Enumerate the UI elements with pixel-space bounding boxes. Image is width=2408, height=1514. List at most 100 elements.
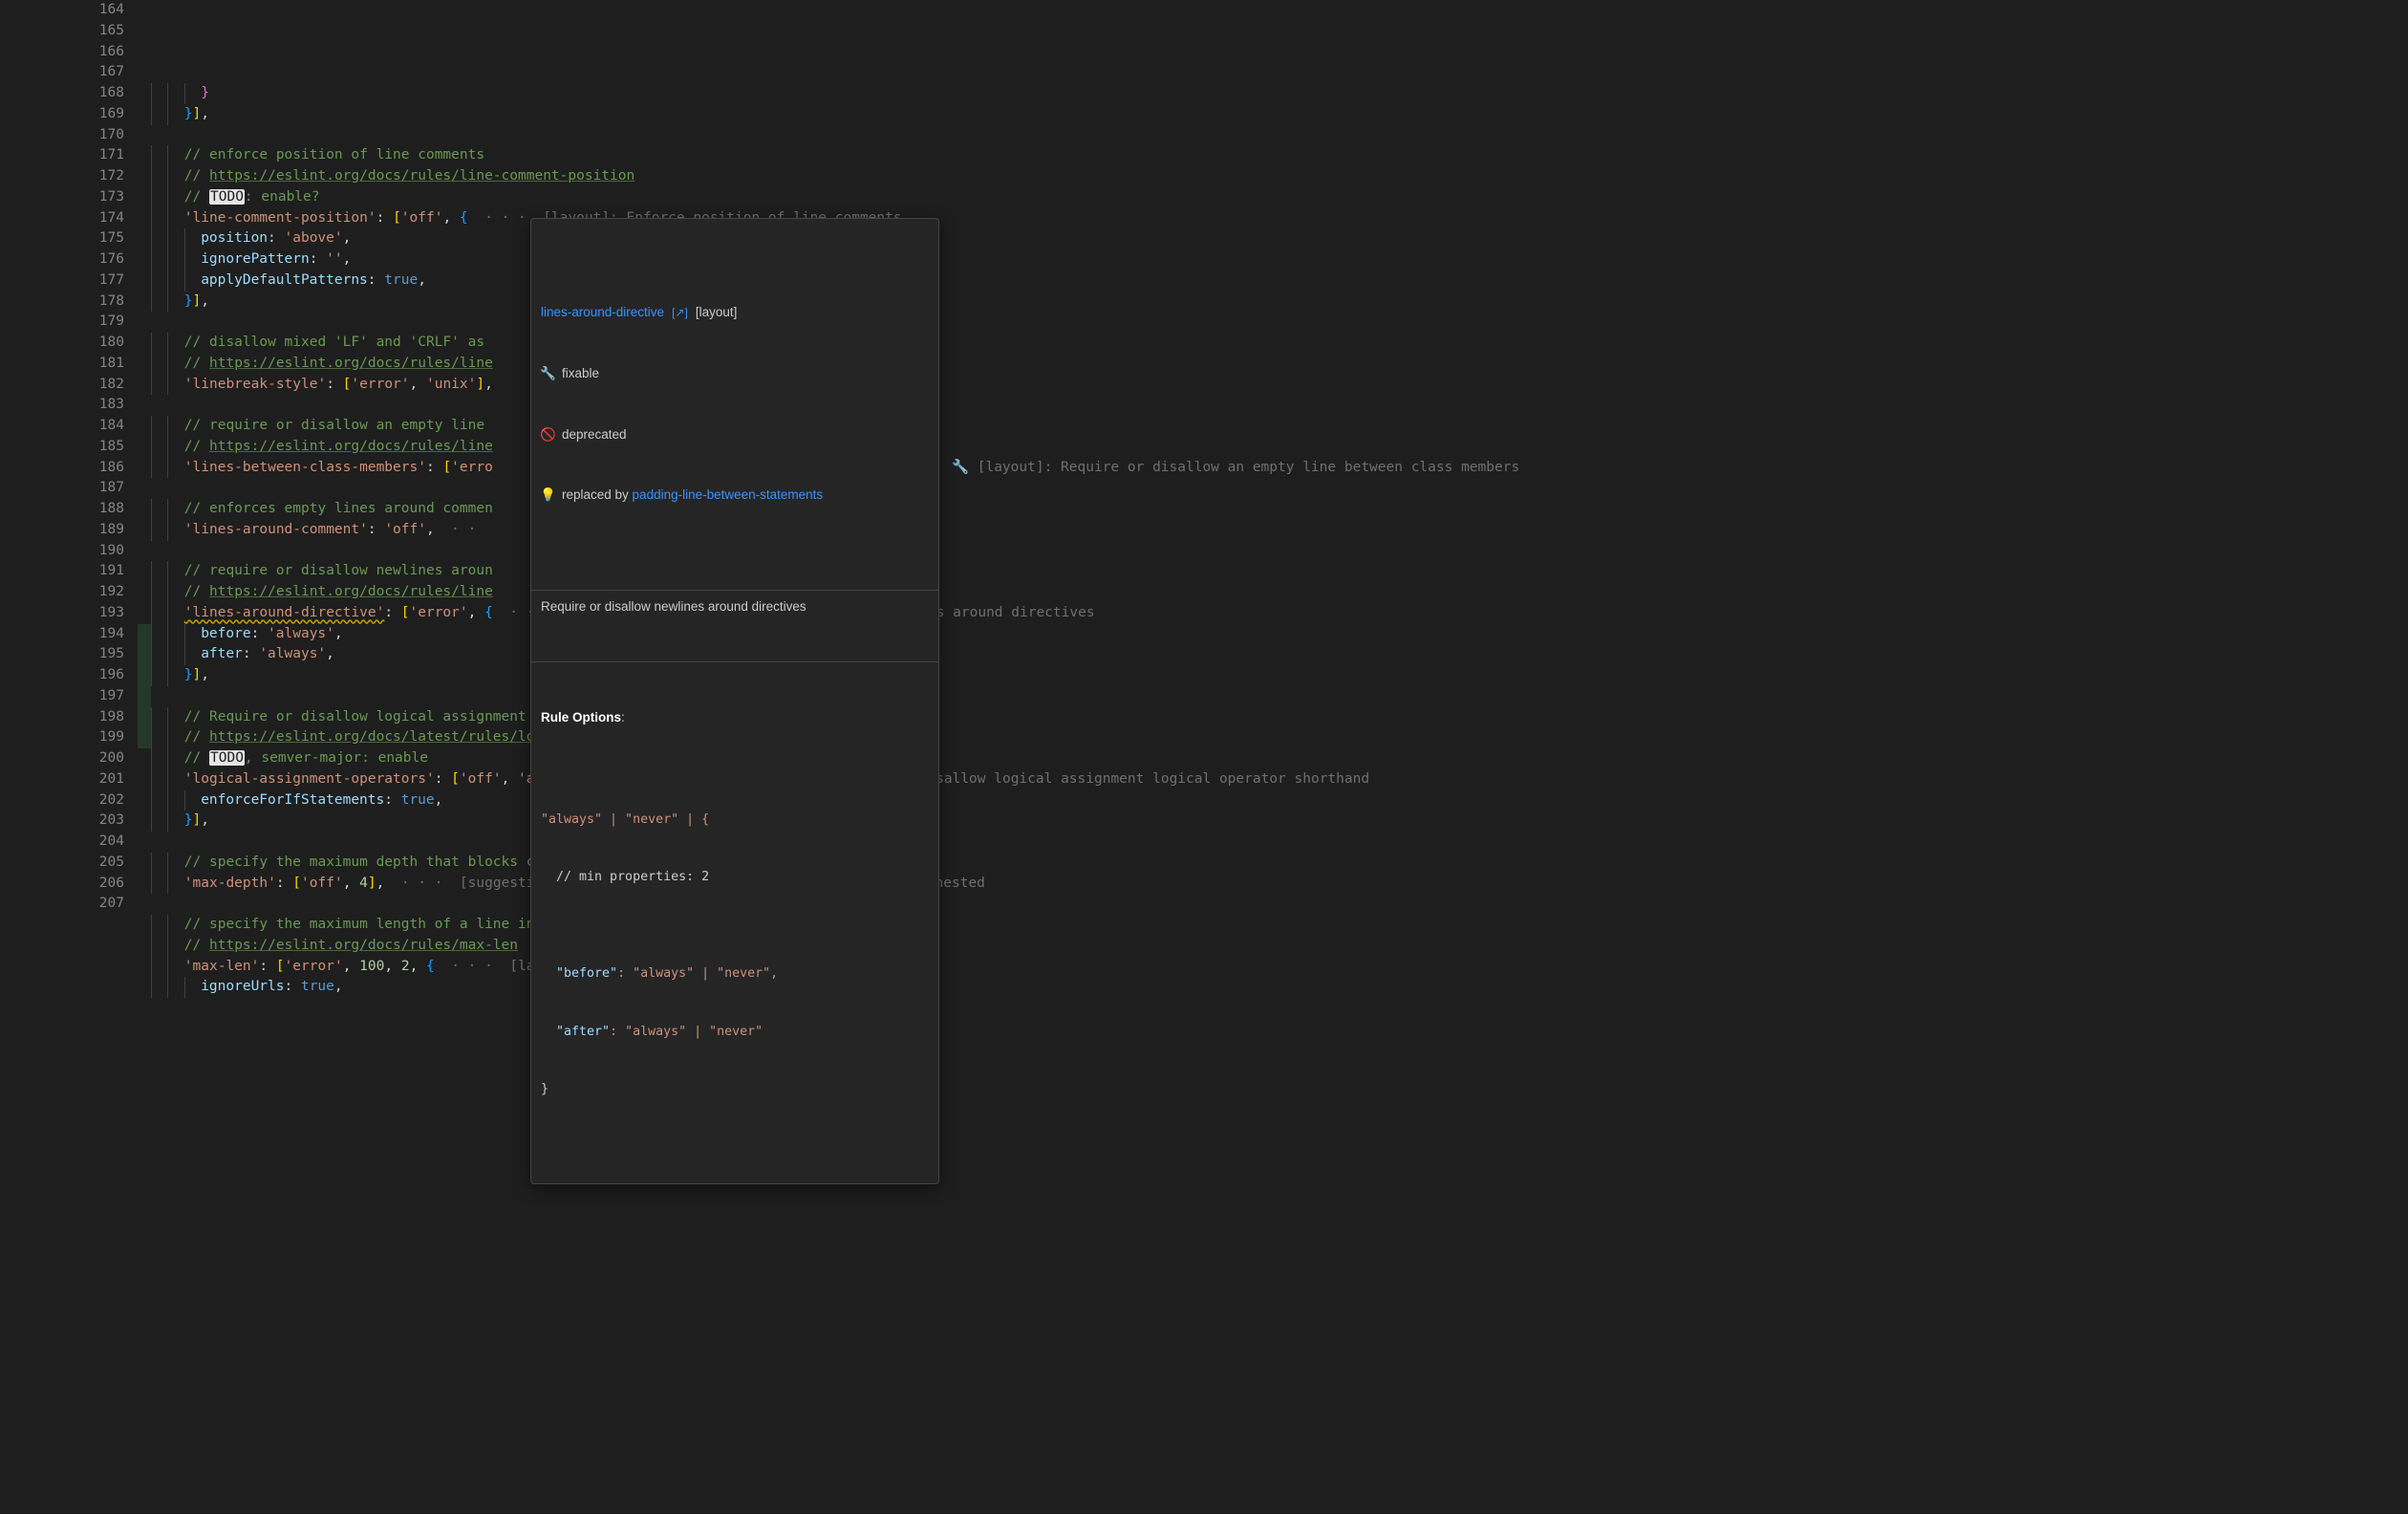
line-number: 187 (67, 478, 124, 499)
diff-added-marker (138, 707, 151, 728)
line-number: 189 (67, 520, 124, 541)
code-line[interactable]: } (151, 83, 2408, 104)
code-line[interactable] (151, 686, 2408, 707)
code-line[interactable] (151, 478, 2408, 499)
line-number: 196 (67, 665, 124, 686)
line-number: 206 (67, 874, 124, 895)
line-number: 197 (67, 686, 124, 707)
line-number: 207 (67, 894, 124, 915)
hover-rule-link[interactable]: lines-around-directive (541, 303, 664, 322)
code-line[interactable]: // TODO: enable? (151, 187, 2408, 208)
hover-deprecated-row: 🚫 deprecated (541, 425, 929, 444)
line-number: 202 (67, 790, 124, 811)
line-number: 183 (67, 395, 124, 416)
code-line[interactable]: applyDefaultPatterns: true, (151, 270, 2408, 292)
line-number: 176 (67, 249, 124, 270)
code-line[interactable]: before: 'always', (151, 624, 2408, 645)
code-line[interactable]: }], (151, 665, 2408, 686)
diff-indicator-gutter (138, 0, 151, 1514)
line-number: 190 (67, 541, 124, 562)
code-editor[interactable]: 1641651661671681691701711721731741751761… (0, 0, 2408, 1514)
code-line[interactable] (151, 894, 2408, 915)
lightbulb-icon: 💡 (541, 486, 555, 505)
line-number: 175 (67, 228, 124, 249)
code-line[interactable]: // Require or disallow logical assignmen… (151, 707, 2408, 728)
diff-added-marker (138, 644, 151, 665)
hover-tooltip[interactable]: lines-around-directive [↗] [layout] 🔧 fi… (530, 218, 939, 1184)
line-number: 204 (67, 832, 124, 853)
line-number: 193 (67, 603, 124, 624)
code-line[interactable] (151, 395, 2408, 416)
diff-added-marker (138, 665, 151, 686)
diff-added-marker (138, 727, 151, 748)
code-line[interactable]: // https://eslint.org/docs/rules/line-co… (151, 166, 2408, 187)
code-area[interactable]: }}], // enforce position of line comments… (151, 0, 2408, 1514)
code-line[interactable]: // https://eslint.org/docs/rules/max-len (151, 936, 2408, 957)
line-number: 168 (67, 83, 124, 104)
code-line[interactable]: }], (151, 104, 2408, 125)
line-number: 179 (67, 312, 124, 333)
line-number: 172 (67, 166, 124, 187)
diff-added-marker (138, 624, 151, 645)
line-number: 164 (67, 0, 124, 21)
code-line[interactable]: 'max-depth': ['off', 4], · · · [suggesti… (151, 874, 2408, 895)
code-line[interactable]: // enforce position of line comments (151, 145, 2408, 166)
line-number: 205 (67, 853, 124, 874)
hover-category-tag: [layout] (696, 303, 738, 322)
code-line[interactable]: 'line-comment-position': ['off', { · · ·… (151, 208, 2408, 229)
code-line[interactable]: // https://eslint.org/docs/latest/rules/… (151, 727, 2408, 748)
line-number: 173 (67, 187, 124, 208)
code-line[interactable] (151, 832, 2408, 853)
line-number: 195 (67, 644, 124, 665)
code-line[interactable]: enforceForIfStatements: true, (151, 790, 2408, 811)
line-number: 171 (67, 145, 124, 166)
wrench-icon: 🔧 (541, 364, 555, 383)
external-link-icon[interactable]: [↗] (672, 304, 688, 321)
code-line[interactable]: // https://eslint.org/docs/rules/line (151, 354, 2408, 375)
code-line[interactable] (151, 312, 2408, 333)
code-line[interactable]: // require or disallow newlines aroun (151, 561, 2408, 582)
code-line[interactable] (151, 125, 2408, 146)
code-line[interactable]: 'max-len': ['error', 100, 2, { · · · [la… (151, 957, 2408, 978)
code-line[interactable]: position: 'above', (151, 228, 2408, 249)
code-line[interactable]: // TODO, semver-major: enable (151, 748, 2408, 769)
hover-replaced-link[interactable]: padding-line-between-statements (633, 487, 824, 502)
code-line[interactable]: after: 'always', (151, 644, 2408, 665)
line-number: 167 (67, 62, 124, 83)
line-number: 182 (67, 375, 124, 396)
code-line[interactable]: 'linebreak-style': ['error', 'unix'], (151, 375, 2408, 396)
line-number: 177 (67, 270, 124, 292)
line-number: 199 (67, 727, 124, 748)
hover-options: Rule Options: "always" | "never" | { // … (531, 661, 938, 1144)
line-number: 185 (67, 437, 124, 458)
line-number: 169 (67, 104, 124, 125)
code-line[interactable]: // https://eslint.org/docs/rules/line (151, 582, 2408, 603)
code-line[interactable]: 'lines-around-comment': 'off', · · (151, 520, 2408, 541)
code-line[interactable]: ignoreUrls: true, (151, 977, 2408, 998)
line-number: 192 (67, 582, 124, 603)
hover-fixable-row: 🔧 fixable (541, 364, 929, 383)
line-number: 174 (67, 208, 124, 229)
no-entry-icon: 🚫 (541, 425, 555, 444)
code-line[interactable]: }], (151, 811, 2408, 832)
line-number: 194 (67, 624, 124, 645)
code-line[interactable]: // specify the maximum length of a line … (151, 915, 2408, 936)
line-number: 191 (67, 561, 124, 582)
code-line[interactable]: }], (151, 292, 2408, 313)
code-line[interactable]: 'lines-between-class-members': ['erro 🔧 … (151, 458, 2408, 479)
code-line[interactable] (151, 541, 2408, 562)
code-line[interactable]: // specify the maximum depth that blocks… (151, 853, 2408, 874)
code-line[interactable]: // disallow mixed 'LF' and 'CRLF' as (151, 333, 2408, 354)
code-line[interactable]: // enforces empty lines around commen (151, 499, 2408, 520)
line-number: 186 (67, 458, 124, 479)
code-line[interactable]: ignorePattern: '', (151, 249, 2408, 270)
code-line[interactable]: // require or disallow an empty line (151, 416, 2408, 437)
code-line[interactable]: 'lines-around-directive': ['error', { · … (151, 603, 2408, 624)
line-number: 188 (67, 499, 124, 520)
line-number: 178 (67, 292, 124, 313)
line-number: 201 (67, 769, 124, 790)
line-number-gutter: 1641651661671681691701711721731741751761… (67, 0, 138, 1514)
code-line[interactable]: 'logical-assignment-operators': ['off', … (151, 769, 2408, 790)
line-number: 166 (67, 42, 124, 63)
code-line[interactable]: // https://eslint.org/docs/rules/line (151, 437, 2408, 458)
